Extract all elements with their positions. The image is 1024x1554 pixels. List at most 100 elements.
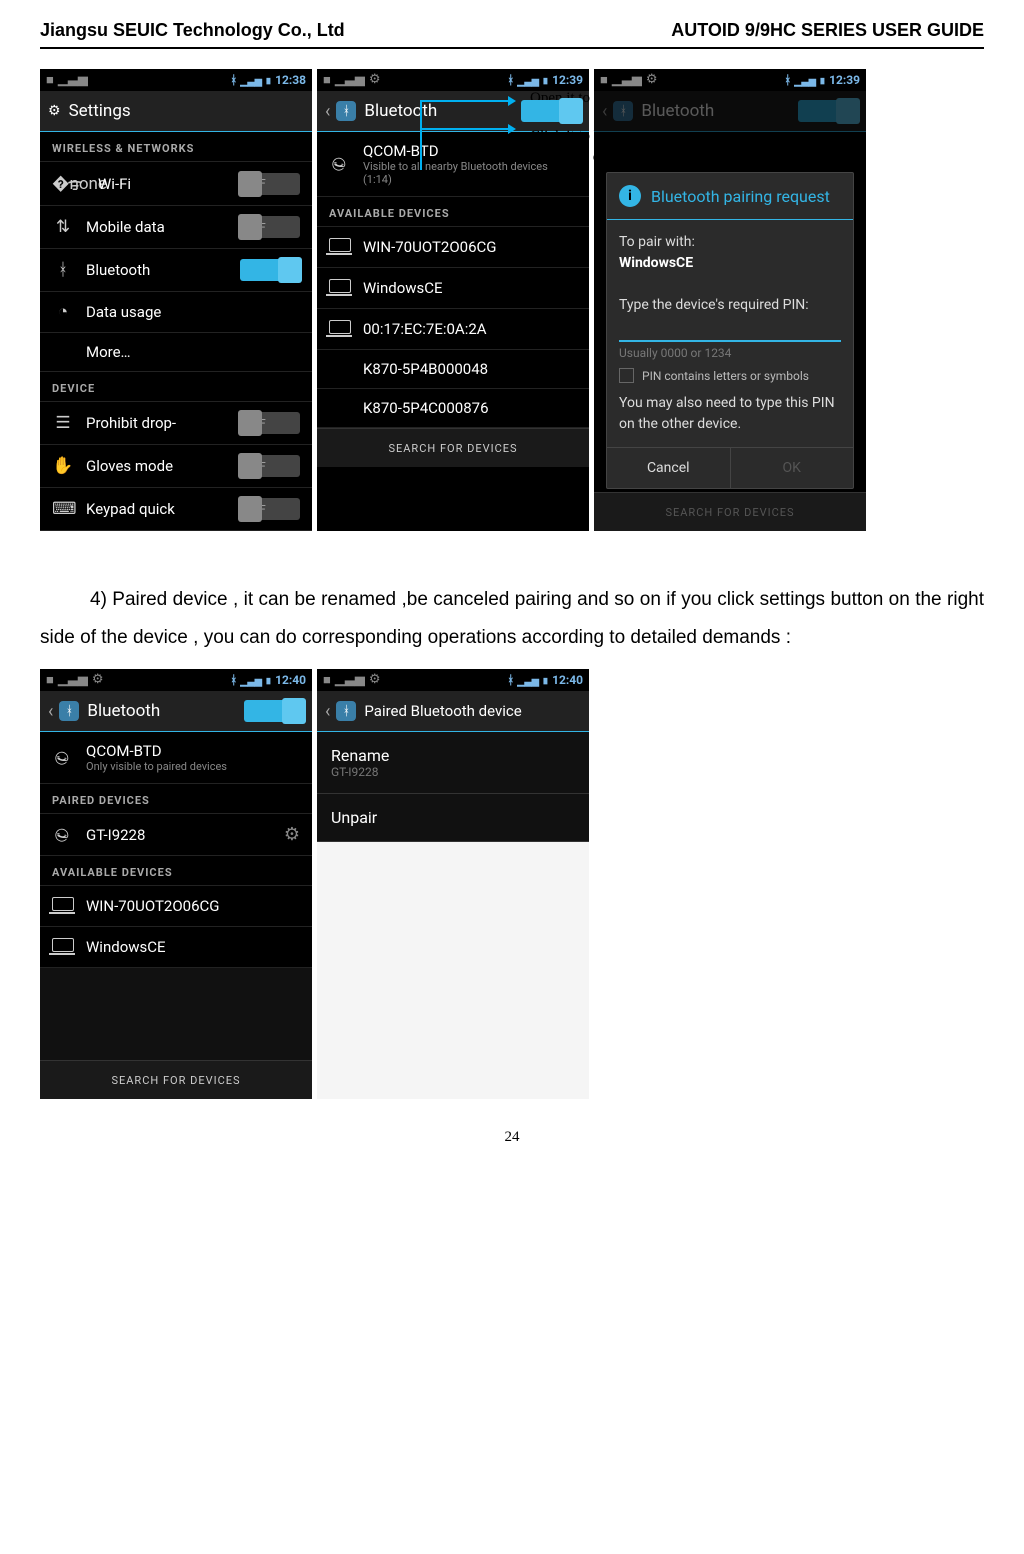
bluetooth-title: Bluetooth: [87, 701, 244, 721]
device-row[interactable]: 00:17:EC:7E:0A:2A: [317, 309, 589, 350]
device-settings-icon[interactable]: ⚙: [284, 824, 300, 845]
rename-row[interactable]: RenameGT-I9228: [317, 732, 589, 794]
cancel-button[interactable]: Cancel: [607, 448, 731, 488]
drop-toggle[interactable]: OFF: [240, 412, 300, 434]
clock: 12:39: [552, 73, 583, 87]
status-bar: ■▁▃▅⚙ ᚼ ▁▃▅ ▮ 12:39: [317, 69, 589, 91]
keypad-quick-row[interactable]: ⌨ Keypad quick OFF: [40, 488, 312, 531]
device-row[interactable]: K870-5P4C000876: [317, 389, 589, 428]
status-bar: ■▁▃▅⚙ ᚼ ▁▃▅ ▮ 12:40: [317, 669, 589, 691]
status-bar: ■▁▃▅ ᚼ ▁▃▅ ▮ 12:38: [40, 69, 312, 91]
section-wireless: WIRELESS & NETWORKS: [40, 132, 312, 162]
screenshot-pairing-dialog: ■▁▃▅⚙ ᚼ ▁▃▅ ▮ 12:39 ‹ ᚼ Bluetooth ON i B…: [594, 69, 866, 531]
dialog-title: Bluetooth pairing request: [651, 187, 830, 206]
bluetooth-icon: ᚼ: [230, 73, 237, 87]
bluetooth-toggle[interactable]: ON: [521, 100, 581, 122]
bluetooth-toggle[interactable]: ON: [244, 700, 304, 722]
laptop-icon: [52, 896, 74, 916]
device-row[interactable]: K870-5P4B000048: [317, 350, 589, 389]
settings-title: Settings: [69, 101, 304, 121]
pin-hint: Usually 0000 or 1234: [607, 346, 853, 368]
phone-icon: ✆: [51, 822, 75, 847]
laptop-icon: [52, 937, 74, 957]
section-paired: PAIRED DEVICES: [40, 784, 312, 814]
screenshot-paired: ■▁▃▅⚙ ᚼ ▁▃▅ ▮ 12:40 ‹ ᚼ Bluetooth ON ✆ Q…: [40, 669, 312, 1099]
mobile-toggle[interactable]: OFF: [240, 216, 300, 238]
clock: 12:40: [275, 673, 306, 687]
mobile-data-row[interactable]: ⇅Mobile dataOFF: [40, 206, 312, 249]
bluetooth-toggle[interactable]: ON: [240, 259, 300, 281]
info-icon: i: [619, 185, 641, 207]
bluetooth-icon: ᚼ: [59, 701, 79, 721]
screenshot-paired-options: ■▁▃▅⚙ ᚼ ▁▃▅ ▮ 12:40 ‹ ᚼ Paired Bluetooth…: [317, 669, 589, 1099]
page-number: 24: [40, 1129, 984, 1146]
bluetooth-icon: ᚼ: [336, 701, 356, 721]
status-icon: ■: [46, 72, 54, 88]
back-icon[interactable]: ‹: [325, 101, 330, 122]
back-icon[interactable]: ‹: [325, 701, 330, 722]
status-icon: ▁▃▅: [335, 72, 365, 88]
signal-icon: ▁▃▅: [240, 73, 262, 87]
section-available: AVAILABLE DEVICES: [317, 197, 589, 227]
header-left: Jiangsu SEUIC Technology Co., Ltd: [40, 20, 345, 41]
mobile-data-icon: ⇅: [52, 217, 74, 237]
laptop-icon: [329, 278, 351, 298]
app-bar: ⚙ Settings: [40, 91, 312, 132]
bluetooth-label: Bluetooth: [86, 261, 228, 279]
pin-input[interactable]: [619, 332, 841, 342]
device-row[interactable]: WindowsCE: [40, 927, 312, 968]
device-row[interactable]: WIN-70UOT2O06CG: [40, 886, 312, 927]
device-row[interactable]: WindowsCE: [317, 268, 589, 309]
device-name: WindowsCE: [363, 279, 577, 297]
laptop-icon: [329, 237, 351, 257]
own-device-name: QCOM-BTD: [86, 742, 300, 760]
gloves-mode-row[interactable]: ✋Gloves modeOFF: [40, 445, 312, 488]
settings-icon: ⚙: [48, 103, 61, 119]
search-devices-button[interactable]: SEARCH FOR DEVICES: [317, 428, 589, 467]
status-bar: ■▁▃▅⚙ ᚼ ▁▃▅ ▮ 12:40: [40, 669, 312, 691]
status-bar: ■▁▃▅⚙ ᚼ ▁▃▅ ▮ 12:39: [594, 69, 866, 91]
unpair-label: Unpair: [331, 808, 575, 827]
laptop-icon: [329, 319, 351, 339]
keypad-label: Keypad quick: [86, 500, 228, 518]
back-icon[interactable]: ‹: [48, 701, 53, 722]
bluetooth-icon: ᚼ: [52, 260, 74, 280]
pin-letters-checkbox[interactable]: PIN contains letters or symbols: [607, 368, 853, 393]
search-devices-button[interactable]: SEARCH FOR DEVICES: [40, 1060, 312, 1099]
device-name: WIN-70UOT2O06CG: [86, 897, 300, 915]
pin-note: You may also need to type this PIN on th…: [607, 393, 853, 447]
device-row[interactable]: WIN-70UOT2O06CG: [317, 227, 589, 268]
unpair-row[interactable]: Unpair: [317, 794, 589, 842]
ok-button: OK: [731, 448, 854, 488]
app-bar: ‹ ᚼ Bluetooth ON: [40, 691, 312, 732]
wifi-label: Wi-Fi: [98, 175, 228, 193]
data-usage-row[interactable]: ◔Data usage: [40, 292, 312, 333]
type-pin-label: Type the device's required PIN:: [619, 297, 809, 313]
keypad-icon: ⌨: [52, 499, 74, 519]
wifi-row[interactable]: �noneᯤWi-FiOFF: [40, 162, 312, 206]
arrow-container: [420, 100, 530, 180]
device-name: WIN-70UOT2O06CG: [363, 238, 577, 256]
prohibit-drop-row[interactable]: ☰Prohibit drop-OFF: [40, 402, 312, 445]
more-row[interactable]: More…: [40, 333, 312, 372]
app-bar: ‹ ᚼ Paired Bluetooth device: [317, 691, 589, 732]
checkbox-icon: [619, 368, 634, 383]
bluetooth-toggle: ON: [798, 100, 858, 122]
device-name: K870-5P4B000048: [363, 360, 577, 378]
screenshot-settings: ■▁▃▅ ᚼ ▁▃▅ ▮ 12:38 ⚙ Settings WIRELESS &…: [40, 69, 312, 531]
keypad-toggle[interactable]: OFF: [240, 498, 300, 520]
paired-title: Paired Bluetooth device: [364, 702, 581, 720]
device-name: 00:17:EC:7E:0A:2A: [363, 320, 577, 338]
bluetooth-title: Bluetooth: [641, 101, 798, 121]
own-device-sub: Only visible to paired devices: [86, 760, 300, 773]
own-device-row[interactable]: ✆ QCOM-BTDOnly visible to paired devices: [40, 732, 312, 784]
bluetooth-row[interactable]: ᚼ Bluetooth ON: [40, 249, 312, 292]
more-label: More…: [86, 343, 300, 361]
page-header: Jiangsu SEUIC Technology Co., Ltd AUTOID…: [40, 20, 984, 49]
phone-icon: ✆: [328, 151, 352, 176]
paired-device-row[interactable]: ✆ GT-I9228 ⚙: [40, 814, 312, 856]
wifi-icon: ᯤ: [64, 172, 86, 195]
wifi-toggle[interactable]: OFF: [240, 173, 300, 195]
bluetooth-icon: ᚼ: [613, 101, 633, 121]
gloves-toggle[interactable]: OFF: [240, 455, 300, 477]
